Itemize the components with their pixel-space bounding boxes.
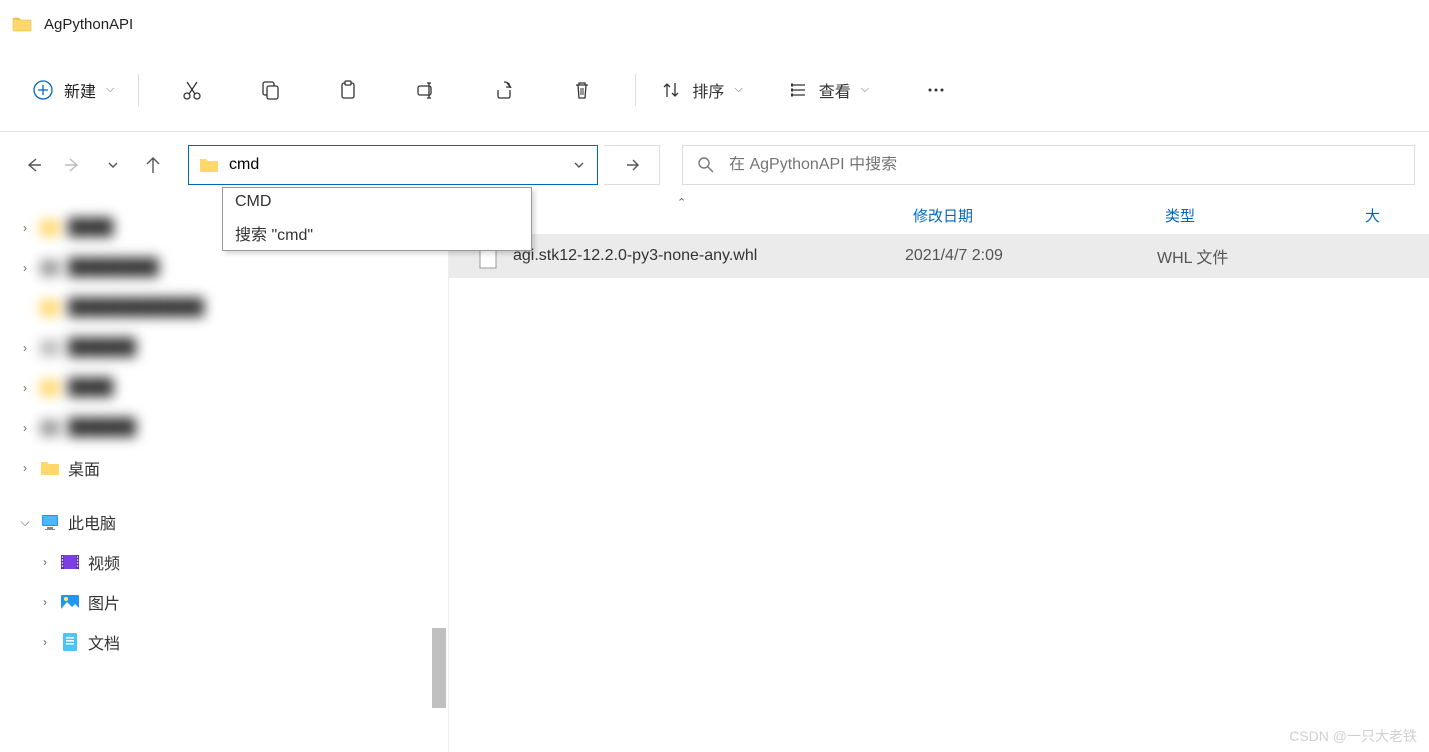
new-button[interactable]: 新建 ⌵ (22, 70, 124, 110)
titlebar: AgPythonAPI (0, 0, 1429, 48)
cut-icon (181, 79, 203, 101)
chevron-down-icon: ⌵ (861, 83, 869, 96)
folder-icon (12, 16, 32, 32)
file-name: agi.stk12-12.2.0-py3-none-any.whl (513, 247, 905, 265)
chevron-down-icon: ⌵ (106, 83, 114, 96)
file-date: 2021/4/7 2:09 (905, 247, 1157, 265)
address-input[interactable] (229, 156, 561, 174)
up-button[interactable] (142, 154, 164, 176)
tree-label: 此电脑 (68, 510, 116, 534)
sidebar: ›████ ›████████ ████████████ ›██████ ›██… (0, 198, 448, 752)
view-button[interactable]: 查看 ⌵ (777, 70, 879, 110)
pictures-icon (58, 592, 82, 612)
chevron-right-icon: › (38, 555, 52, 569)
sort-label: 排序 (692, 78, 724, 102)
chevron-down-icon: ⌵ (734, 83, 742, 96)
search-bar[interactable] (682, 145, 1415, 185)
column-type[interactable]: 类型 (1157, 205, 1357, 226)
trash-icon (571, 79, 593, 101)
file-type: WHL 文件 (1157, 244, 1357, 268)
share-button[interactable] (483, 71, 525, 109)
tree-item-blurred[interactable]: ›██████ (0, 328, 448, 368)
copy-button[interactable] (249, 71, 291, 109)
chevron-right-icon: › (18, 461, 32, 475)
chevron-right-icon: › (38, 595, 52, 609)
view-label: 查看 (819, 78, 851, 102)
tree-item-pictures[interactable]: › 图片 (0, 582, 448, 622)
scrollbar-thumb[interactable] (432, 628, 446, 708)
paste-button[interactable] (327, 71, 369, 109)
forward-button[interactable] (62, 154, 84, 176)
go-button[interactable] (604, 145, 660, 185)
recent-dropdown[interactable] (102, 154, 124, 176)
address-dropdown[interactable] (561, 159, 597, 171)
paste-icon (337, 79, 359, 101)
sort-icon (660, 79, 682, 101)
column-headers: 名称 修改日期 类型 大 (449, 198, 1429, 234)
search-icon (697, 156, 715, 174)
watermark: CSDN @一只大老铁 (1289, 726, 1417, 746)
autocomplete-popup: CMD 搜索 "cmd" (222, 187, 532, 251)
column-date[interactable]: 修改日期 (905, 205, 1157, 226)
separator (138, 74, 139, 106)
search-input[interactable] (729, 156, 1400, 174)
documents-icon (58, 632, 82, 652)
chevron-down-icon: ⌵ (18, 515, 32, 530)
cut-button[interactable] (171, 71, 213, 109)
column-size[interactable]: 大 (1357, 205, 1429, 226)
tree-item-documents[interactable]: › 文档 (0, 622, 448, 662)
sort-arrow-icon: ⌃ (677, 196, 686, 209)
tree-item-blurred[interactable]: ████████████ (0, 288, 448, 328)
nav-arrows (14, 154, 172, 176)
tree-label: 桌面 (68, 456, 100, 480)
main: ›████ ›████████ ████████████ ›██████ ›██… (0, 198, 1429, 752)
ellipsis-icon (925, 79, 947, 101)
address-bar[interactable]: CMD 搜索 "cmd" (188, 145, 598, 185)
plus-icon (32, 79, 54, 101)
tree-item-blurred[interactable]: ›██████ (0, 408, 448, 448)
autocomplete-item[interactable]: CMD (223, 188, 531, 216)
folder-icon (199, 157, 219, 173)
content-pane: ⌃ 名称 修改日期 类型 大 agi.stk12-12.2.0-py3-none… (448, 198, 1429, 752)
sort-button[interactable]: 排序 ⌵ (650, 70, 752, 110)
navbar: CMD 搜索 "cmd" (0, 132, 1429, 198)
tree-item-desktop[interactable]: › 桌面 (0, 448, 448, 488)
share-icon (493, 79, 515, 101)
rename-button[interactable] (405, 71, 447, 109)
window-title: AgPythonAPI (44, 16, 133, 33)
separator (635, 74, 636, 106)
tree-label: 文档 (88, 630, 120, 654)
tree-item-thispc[interactable]: ⌵ 此电脑 (0, 502, 448, 542)
delete-button[interactable] (561, 71, 603, 109)
toolbar: 新建 ⌵ 排序 ⌵ (0, 48, 1429, 132)
copy-icon (259, 79, 281, 101)
tree-label: 图片 (88, 590, 120, 614)
view-icon (787, 79, 809, 101)
autocomplete-item[interactable]: 搜索 "cmd" (223, 216, 531, 250)
tree-item-videos[interactable]: › 视频 (0, 542, 448, 582)
back-button[interactable] (22, 154, 44, 176)
monitor-icon (38, 512, 62, 532)
new-label: 新建 (64, 78, 96, 102)
file-row[interactable]: agi.stk12-12.2.0-py3-none-any.whl 2021/4… (449, 234, 1429, 278)
tree-label: 视频 (88, 550, 120, 574)
tree-item-blurred[interactable]: ›████████ (0, 248, 448, 288)
videos-icon (58, 552, 82, 572)
chevron-right-icon: › (38, 635, 52, 649)
tree-item-blurred[interactable]: ›████ (0, 368, 448, 408)
folder-icon (38, 458, 62, 478)
more-button[interactable] (915, 71, 957, 109)
rename-icon (415, 79, 437, 101)
